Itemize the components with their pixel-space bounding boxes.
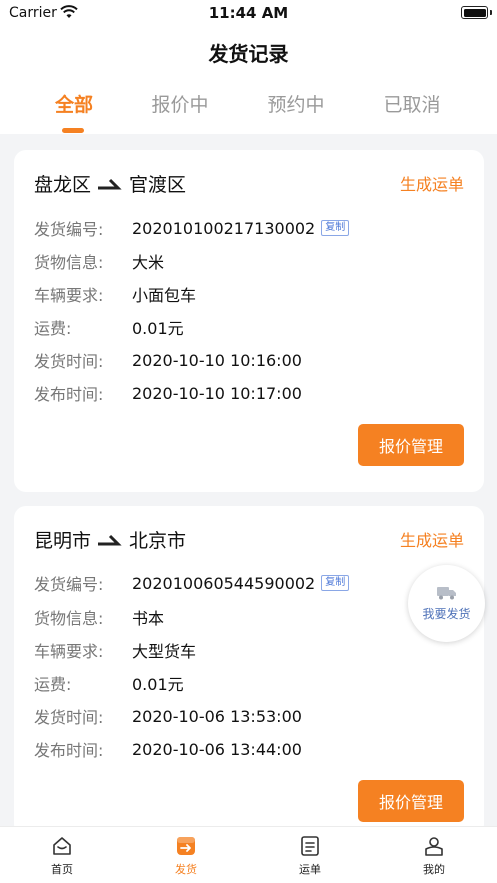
truck-icon (436, 587, 456, 600)
route: 昆明市 北京市 (34, 526, 186, 553)
shipment-card[interactable]: 昆明市 北京市 生成运单 发货编号: 202010060544590002 复制… (14, 506, 484, 836)
route-origin: 盘龙区 (34, 174, 92, 196)
publish-time-label: 发布时间: (34, 741, 104, 760)
vehicle-label: 车辆要求: (34, 642, 104, 661)
battery-tip (490, 10, 492, 15)
copy-button[interactable]: 复制 (321, 220, 350, 236)
nav-profile-label: 我的 (423, 863, 445, 876)
route: 盘龙区 官渡区 (34, 170, 186, 197)
quote-manage-button[interactable]: 报价管理 (358, 780, 464, 822)
vehicle-label: 车辆要求: (34, 286, 104, 305)
quote-manage-button[interactable]: 报价管理 (358, 424, 464, 466)
shipment-no-label: 发货编号: (34, 575, 104, 594)
copy-button[interactable]: 复制 (321, 575, 350, 591)
home-icon (53, 837, 71, 855)
publish-time-row: 发布时间: 2020-10-06 13:44:00 (34, 738, 302, 761)
tab-indicator (62, 128, 84, 133)
goods-value: 书本 (132, 609, 165, 628)
freight-label: 运费: (34, 675, 72, 694)
freight-value: 0.01元 (132, 675, 184, 694)
ship-time-row: 发货时间: 2020-10-10 10:16:00 (34, 349, 302, 372)
ship-now-label: 我要发货 (422, 607, 471, 621)
ship-time-label: 发货时间: (34, 352, 104, 371)
waybill-icon (301, 836, 319, 856)
freight-label: 运费: (34, 319, 72, 338)
goods-value: 大米 (132, 253, 165, 272)
nav-home-label: 首页 (51, 863, 73, 876)
nav-waybill[interactable]: 运单 (248, 833, 372, 877)
shipment-no-label: 发货编号: (34, 220, 104, 239)
nav-waybill-label: 运单 (299, 863, 321, 876)
route-destination: 官渡区 (129, 174, 187, 196)
create-waybill-link[interactable]: 生成运单 (400, 171, 464, 195)
publish-time-value: 2020-10-10 10:17:00 (132, 383, 302, 403)
arrow-right-icon (98, 178, 122, 189)
shipment-no-row: 发货编号: 202010100217130002 复制 (34, 217, 350, 239)
filter-tabs: 全部 报价中 预约中 已取消 (0, 90, 497, 134)
freight-row: 运费: 0.01元 (34, 672, 184, 694)
ship-time-row: 发货时间: 2020-10-06 13:53:00 (34, 705, 302, 728)
goods-label: 货物信息: (34, 253, 104, 272)
route-destination: 北京市 (129, 530, 187, 552)
battery-icon (461, 6, 488, 19)
ship-now-button[interactable]: 我要发货 (408, 565, 485, 642)
tab-quoting[interactable]: 报价中 (118, 90, 242, 117)
tab-reserved[interactable]: 预约中 (234, 90, 358, 117)
tab-cancelled[interactable]: 已取消 (350, 90, 474, 117)
bottom-nav: 首页 发货 运单 我的 (0, 826, 497, 883)
shipment-no-value: 202010060544590002 (132, 573, 316, 593)
ship-icon (177, 837, 195, 855)
create-waybill-link[interactable]: 生成运单 (400, 527, 464, 551)
shipment-no-row: 发货编号: 202010060544590002 复制 (34, 572, 350, 594)
vehicle-row: 车辆要求: 小面包车 (34, 283, 196, 305)
vehicle-row: 车辆要求: 大型货车 (34, 639, 196, 661)
publish-time-row: 发布时间: 2020-10-10 10:17:00 (34, 382, 302, 405)
ship-time-value: 2020-10-06 13:53:00 (132, 706, 302, 726)
goods-row: 货物信息: 大米 (34, 250, 164, 272)
profile-icon (425, 837, 443, 856)
shipment-card[interactable]: 盘龙区 官渡区 生成运单 发货编号: 202010100217130002 复制… (14, 150, 484, 492)
publish-time-value: 2020-10-06 13:44:00 (132, 739, 302, 759)
nav-ship[interactable]: 发货 (124, 833, 248, 877)
ship-time-label: 发货时间: (34, 708, 104, 727)
freight-value: 0.01元 (132, 319, 184, 338)
ship-time-value: 2020-10-10 10:16:00 (132, 350, 302, 370)
goods-row: 货物信息: 书本 (34, 606, 164, 628)
route-origin: 昆明市 (34, 530, 92, 552)
nav-profile[interactable]: 我的 (372, 833, 496, 877)
goods-label: 货物信息: (34, 609, 104, 628)
clock: 11:44 AM (208, 4, 289, 22)
nav-ship-label: 发货 (175, 863, 197, 876)
page-title: 发货记录 (208, 42, 289, 66)
vehicle-value: 小面包车 (132, 286, 197, 305)
arrow-right-icon (98, 534, 122, 545)
shipment-no-value: 202010100217130002 (132, 218, 316, 238)
header: Carrier 11:44 AM 发货记录 全部 报价中 预约中 已取消 (0, 0, 497, 134)
publish-time-label: 发布时间: (34, 385, 104, 404)
status-bar: Carrier 11:44 AM (0, 0, 497, 26)
nav-home[interactable]: 首页 (0, 833, 124, 877)
vehicle-value: 大型货车 (132, 642, 197, 661)
freight-row: 运费: 0.01元 (34, 316, 184, 338)
